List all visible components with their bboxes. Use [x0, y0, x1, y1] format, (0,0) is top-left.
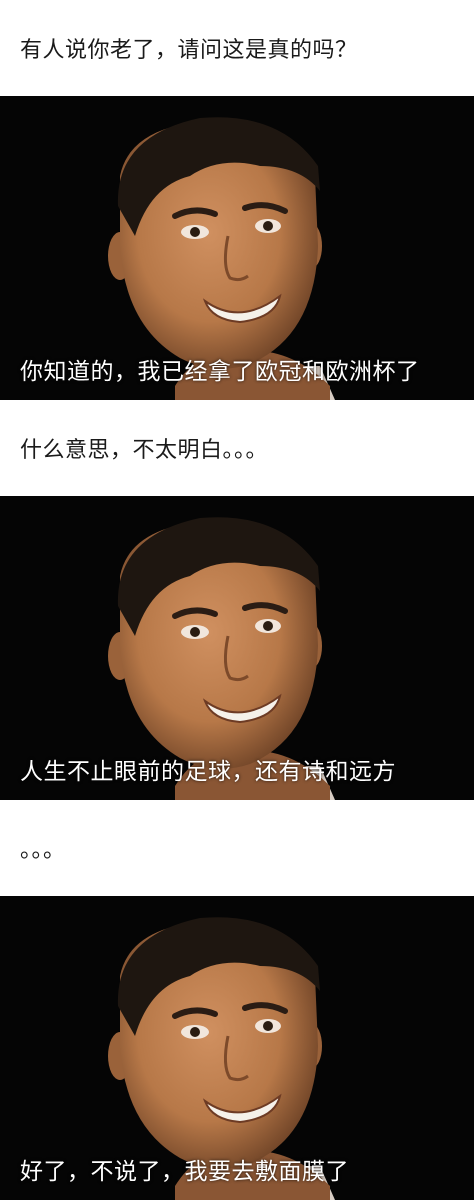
photo-panel: 你知道的，我已经拿了欧冠和欧洲杯了	[0, 96, 474, 400]
photo-caption: 你知道的，我已经拿了欧冠和欧洲杯了	[20, 359, 420, 385]
question-panel: 什么意思，不太明白。。。	[0, 400, 474, 496]
photo-panel: 人生不止眼前的足球，还有诗和远方	[0, 496, 474, 800]
photo-caption: 人生不止眼前的足球，还有诗和远方	[20, 759, 396, 785]
question-panel: 有人说你老了，请问这是真的吗？	[0, 0, 474, 96]
photo-caption: 好了，不说了，我要去敷面膜了	[20, 1159, 349, 1185]
meme-strip: 有人说你老了，请问这是真的吗？ 你知道的，我已经拿了欧冠和欧洲杯了 什么意思，不…	[0, 0, 474, 1200]
question-text: 什么意思，不太明白。。。	[20, 438, 269, 463]
question-text: 有人说你老了，请问这是真的吗？	[20, 38, 358, 63]
photo-panel: 好了，不说了，我要去敷面膜了	[0, 896, 474, 1200]
question-text: 。。。	[20, 838, 66, 863]
question-panel: 。。。	[0, 800, 474, 896]
